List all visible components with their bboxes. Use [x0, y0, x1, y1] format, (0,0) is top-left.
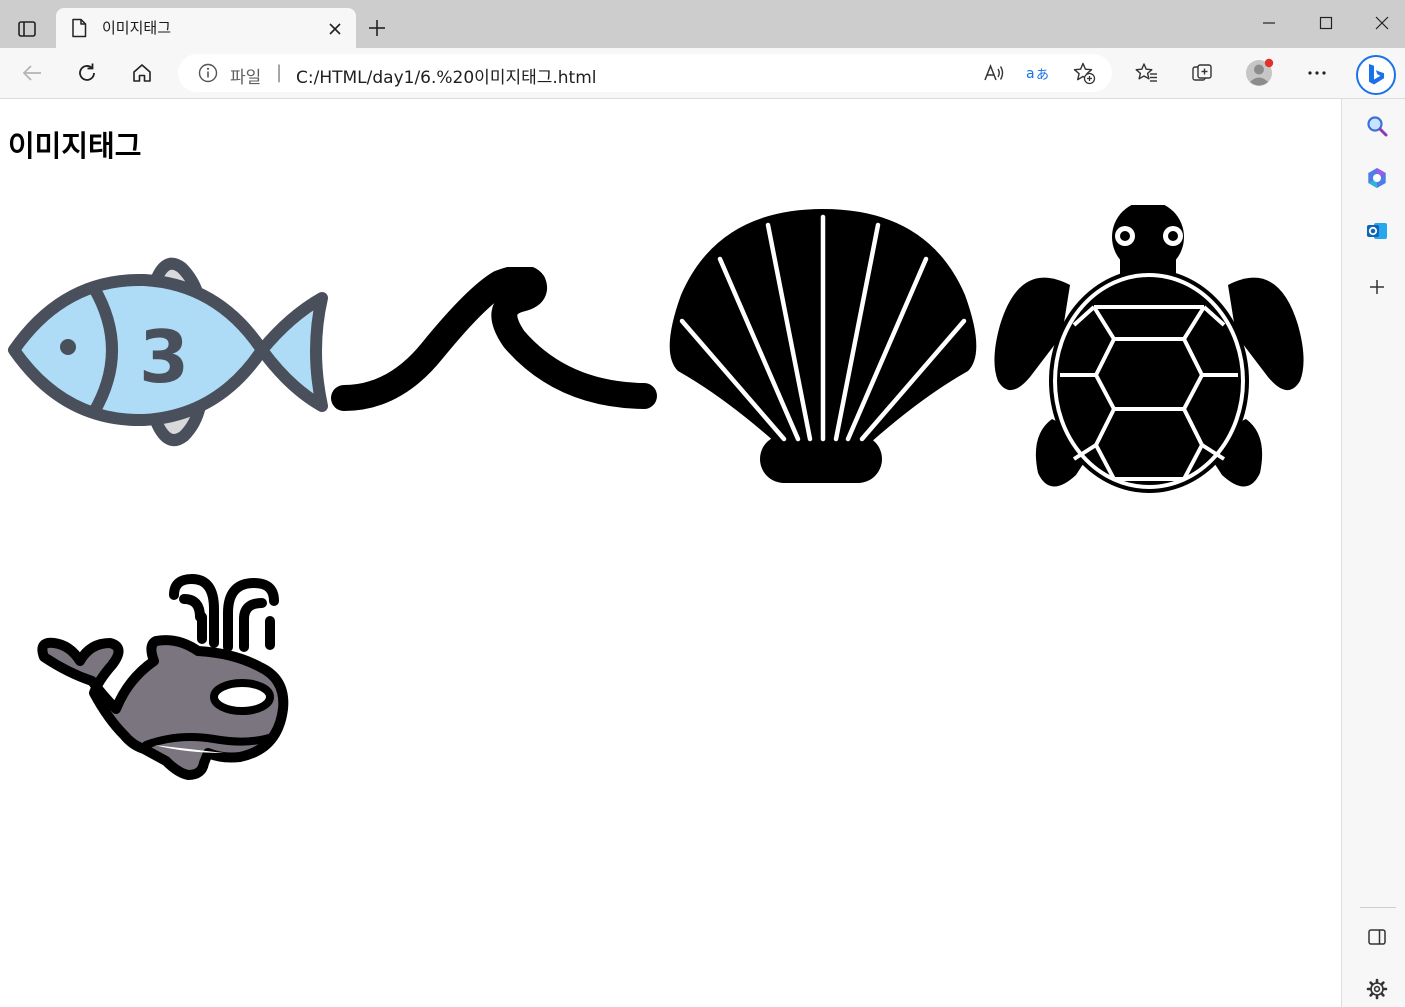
tab-actions-icon [18, 21, 36, 37]
bing-copilot-button[interactable] [1356, 55, 1396, 95]
url-text[interactable]: C:/HTML/day1/6.%20이미지태그.html [296, 63, 597, 88]
outlook-icon [1367, 223, 1387, 239]
sidebar-layout-icon [1368, 929, 1386, 945]
page-heading: 이미지태그 [8, 129, 142, 163]
info-icon[interactable] [198, 63, 218, 87]
page-content: 이미지태그 3 [0, 99, 1341, 1007]
add-favorite-icon [1073, 62, 1096, 85]
search-icon [1367, 116, 1388, 137]
window-close-icon [1375, 16, 1389, 30]
svg-text:a: a [1026, 66, 1035, 82]
active-tab[interactable]: 이미지태그 [56, 8, 356, 48]
tab-title: 이미지태그 [102, 19, 172, 37]
home-button[interactable] [127, 58, 157, 88]
minimize-button[interactable] [1254, 10, 1284, 36]
sidebar-search-button[interactable] [1362, 111, 1392, 141]
sidebar-add-button[interactable] [1362, 272, 1392, 302]
fish-digit: 3 [139, 315, 189, 399]
translate-icon: a あ [1026, 66, 1049, 83]
tab-actions-button[interactable] [10, 12, 44, 46]
tab-strip: 이미지태그 [0, 0, 1405, 48]
new-tab-button[interactable] [364, 15, 390, 41]
address-separator: | [276, 62, 283, 83]
settings-icon [1366, 978, 1388, 1000]
read-aloud-icon [984, 63, 1004, 81]
home-icon [133, 64, 151, 82]
maximize-icon [1319, 16, 1333, 30]
profile-icon [1246, 58, 1274, 86]
profile-button[interactable] [1245, 58, 1275, 88]
sidebar-outlook-button[interactable] [1362, 216, 1392, 246]
back-button[interactable] [17, 58, 47, 88]
more-icon [1308, 71, 1326, 75]
maximize-button[interactable] [1311, 10, 1341, 36]
shell-image [669, 209, 977, 483]
read-aloud-button[interactable] [980, 59, 1008, 87]
collections-button[interactable] [1187, 58, 1217, 88]
sidebar-copilot-button[interactable] [1362, 163, 1392, 193]
svg-text:あ: あ [1036, 68, 1049, 83]
sidebar-settings-button[interactable] [1362, 974, 1392, 1004]
close-icon [329, 23, 341, 35]
address-bar[interactable]: 파일 | C:/HTML/day1/6.%20이미지태그.html a あ [178, 54, 1112, 92]
turtle-image [994, 205, 1304, 493]
window-close-button[interactable] [1367, 10, 1397, 36]
edge-sidebar [1341, 99, 1405, 1007]
bing-icon [1369, 64, 1384, 85]
sidebar-layout-button[interactable] [1362, 922, 1392, 952]
refresh-button[interactable] [72, 58, 102, 88]
add-icon [1370, 280, 1384, 294]
whale-image [37, 573, 289, 780]
fish-image: 3 [8, 257, 328, 446]
more-button[interactable] [1302, 58, 1332, 88]
favorites-button[interactable] [1132, 58, 1162, 88]
minimize-icon [1263, 22, 1275, 24]
collections-icon [1192, 64, 1212, 81]
sidebar-divider [1360, 907, 1396, 908]
back-icon [22, 65, 41, 81]
refresh-icon [79, 63, 95, 81]
page-icon [70, 18, 88, 42]
favorites-icon [1135, 63, 1157, 82]
translate-button[interactable]: a あ [1024, 59, 1052, 87]
new-tab-icon [369, 20, 385, 36]
tab-close-button[interactable] [324, 18, 346, 40]
add-favorite-button[interactable] [1070, 59, 1098, 87]
browser-toolbar: 파일 | C:/HTML/day1/6.%20이미지태그.html a あ [0, 48, 1405, 99]
scheme-label: 파일 [230, 68, 262, 88]
copilot-icon [1368, 168, 1386, 188]
wave-image [331, 267, 657, 411]
